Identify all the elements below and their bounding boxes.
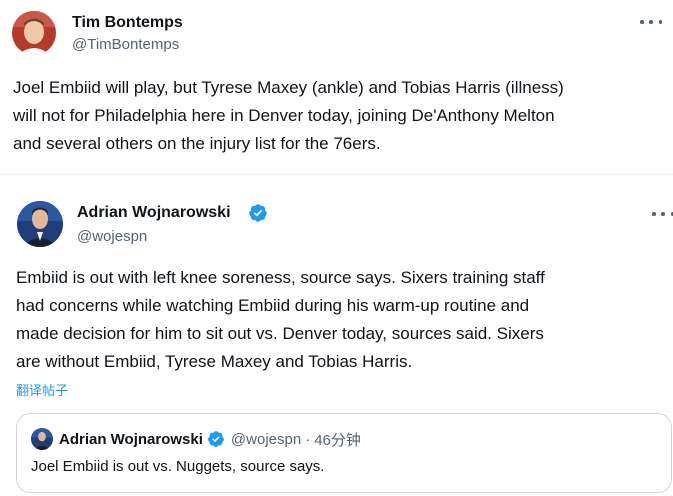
quoted-avatar [31,428,53,450]
translate-post-link[interactable]: 翻译帖子 [16,380,68,399]
tweet-text-line: made decision for him to sit out vs. Den… [16,324,544,343]
quoted-tweet[interactable]: Adrian Wojnarowski @wojespn · 46分钟 Joel … [16,413,672,493]
quoted-author-handle: @wojespn [230,430,302,448]
tweet-text-line: Joel Embiid will play, but Tyrese Maxey … [13,78,564,97]
quoted-tweet-text: Joel Embiid is out vs. Nuggets, source s… [31,458,325,475]
author-name[interactable]: Adrian Wojnarowski [77,204,231,222]
tweet-text-line: and several others on the injury list fo… [13,134,381,153]
quoted-tweet-header: Adrian Wojnarowski @wojespn · 46分钟 [31,428,361,450]
author-name[interactable]: Tim Bontemps [72,14,183,32]
avatar-tim-bontemps[interactable] [12,11,56,55]
quoted-author-name: Adrian Wojnarowski [59,430,203,448]
verified-badge-icon [208,431,224,447]
tweet-text-line: had concerns while watching Embiid durin… [16,296,530,315]
tweet-text-line: Embiid is out with left knee soreness, s… [16,268,545,287]
tweet-text-line: are without Embiid, Tyrese Maxey and Tob… [16,352,413,371]
verified-badge-icon [249,204,267,222]
more-options-icon[interactable] [652,209,673,219]
tweet-divider [0,174,673,175]
author-handle[interactable]: @wojespn [77,228,147,245]
avatar-adrian-wojnarowski[interactable] [17,201,63,247]
tweet-text: Joel Embiid will play, but Tyrese Maxey … [13,74,564,158]
meta-separator: · [305,430,311,448]
quoted-timestamp: 46分钟 [314,431,361,449]
tweet-text: Embiid is out with left knee soreness, s… [16,264,545,376]
more-options-icon[interactable] [640,17,662,27]
tweet-text-line: will not for Philadelphia here in Denver… [13,106,555,125]
author-handle[interactable]: @TimBontemps [72,36,179,53]
